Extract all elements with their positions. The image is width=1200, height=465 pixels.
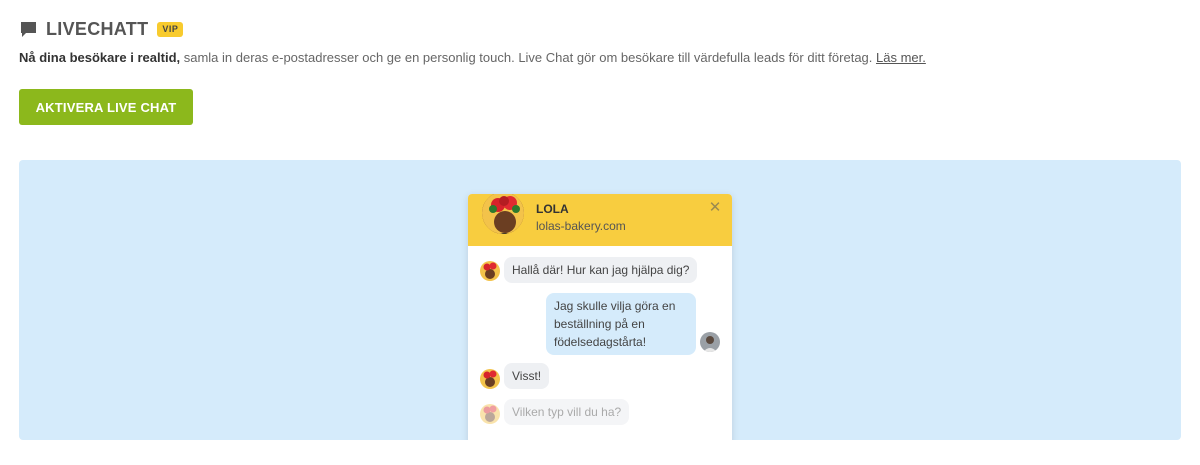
- section-description: Nå dina besökare i realtid, samla in der…: [19, 50, 926, 65]
- agent-name: LOLA: [536, 202, 569, 216]
- section-header: LIVECHATT VIP: [19, 18, 184, 40]
- vip-badge: VIP: [157, 21, 184, 37]
- read-more-link[interactable]: Läs mer.: [876, 50, 926, 65]
- chat-message-user: Jag skulle vilja göra en beställning på …: [546, 293, 696, 355]
- chat-message-agent: Visst!: [504, 363, 550, 389]
- agent-mini-avatar: [480, 369, 500, 389]
- description-bold: Nå dina besökare i realtid,: [19, 50, 181, 65]
- agent-mini-avatar: [480, 404, 500, 424]
- close-icon[interactable]: ✕: [708, 200, 722, 215]
- chat-widget-header: LOLA lolas-bakery.com ✕: [468, 194, 732, 246]
- agent-website: lolas-bakery.com: [536, 219, 626, 233]
- description-text: samla in deras e-postadresser och ge en …: [180, 50, 876, 65]
- user-mini-avatar: [700, 332, 720, 352]
- agent-mini-avatar: [480, 261, 500, 281]
- section-title: LIVECHATT: [46, 18, 149, 39]
- chat-message-agent-typing: Vilken typ vill du ha?: [504, 399, 630, 425]
- chat-widget-preview: LOLA lolas-bakery.com ✕ Hallå där! Hur k…: [468, 194, 732, 440]
- chat-bubble-icon: [19, 20, 38, 39]
- agent-avatar: [480, 194, 526, 236]
- live-chat-preview: LOLA lolas-bakery.com ✕ Hallå där! Hur k…: [19, 160, 1181, 440]
- chat-message-agent: Hallå där! Hur kan jag hjälpa dig?: [504, 257, 698, 283]
- activate-live-chat-button[interactable]: AKTIVERA LIVE CHAT: [19, 89, 193, 125]
